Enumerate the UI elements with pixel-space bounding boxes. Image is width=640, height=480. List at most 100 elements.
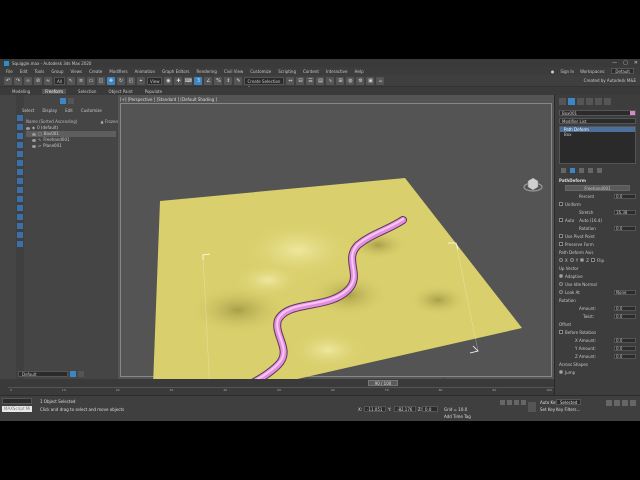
set-key-mode-icon[interactable] [528,402,536,412]
shapes-filter-icon[interactable] [17,151,23,157]
bones-filter-icon[interactable] [17,214,23,220]
percent-snap-icon[interactable]: % [214,76,223,85]
modify-tab-icon[interactable] [568,98,575,105]
use-pivot-checkbox[interactable] [559,234,563,238]
edit-named-selection-icon[interactable]: ✎ [234,76,243,85]
select-rotate-icon[interactable]: ↻ [116,76,125,85]
mirror-icon[interactable]: ⇔ [286,76,295,85]
preserve-form-checkbox[interactable] [559,242,563,246]
select-move-icon[interactable]: ✥ [106,76,115,85]
flip-checkbox[interactable] [590,258,595,262]
menu-content[interactable]: Content [303,69,319,74]
stack-item-box[interactable]: Box [560,132,635,137]
visibility-eye-icon[interactable] [26,126,30,130]
groups-filter-icon[interactable] [17,196,23,202]
timeline-ticks[interactable]: 0 10 20 30 40 50 60 70 80 90 100 [8,387,554,395]
placement-icon[interactable]: ⌖ [136,76,145,85]
workspace-dropdown[interactable]: Default [611,68,634,74]
y-amount-spinner[interactable]: 0.0 [614,345,636,351]
maxscript-listener[interactable] [2,398,32,404]
zoom-all-icon[interactable] [614,400,620,406]
geometry-filter-icon[interactable] [17,142,23,148]
helpers-filter-icon[interactable] [17,178,23,184]
hidden-filter-icon[interactable] [17,241,23,247]
utilities-tab-icon[interactable] [604,98,611,105]
zoom-icon[interactable] [606,400,612,406]
bind-spacewarp-icon[interactable]: ≈ [44,76,52,85]
align-icon[interactable]: ⊟ [296,76,305,85]
curve-editor-icon[interactable]: ∿ [326,76,335,85]
display-all-icon[interactable] [17,124,23,130]
maximize-button[interactable]: ▢ [623,60,628,66]
modifier-list-dropdown[interactable]: Modifier List [559,118,636,124]
idle-normal-radio[interactable] [559,282,563,286]
render-production-icon[interactable]: ☕ [376,76,385,85]
explorer-filter-icon[interactable] [60,98,66,104]
key-selection-dropdown[interactable]: Selected [556,399,582,405]
explorer-menu-select[interactable]: Select [22,108,34,113]
visibility-eye-icon[interactable] [32,138,36,142]
menu-customize[interactable]: Customize [250,69,271,74]
unlink-icon[interactable]: ⊘ [34,76,42,85]
close-button[interactable]: ✕ [634,60,638,66]
x-coordinate-field[interactable]: -11.051 [364,406,386,412]
make-unique-icon[interactable] [579,168,584,173]
select-by-name-icon[interactable]: ≡ [76,76,85,85]
selection-filter-dropdown[interactable]: All [54,76,65,85]
object-color-swatch[interactable] [630,111,635,115]
layer-manager-icon[interactable] [78,371,84,377]
toggle-ribbon-icon[interactable]: ▤ [316,76,325,85]
select-manipulate-icon[interactable]: ✚ [174,76,183,85]
motion-tab-icon[interactable] [586,98,593,105]
schematic-view-icon[interactable]: ⊞ [336,76,345,85]
before-rotation-checkbox[interactable] [559,330,563,334]
previous-frame-icon[interactable] [507,400,512,405]
axis-x-radio[interactable] [559,258,563,262]
add-time-tag-button[interactable]: Add Time Tag [444,414,471,419]
go-to-start-icon[interactable] [500,400,505,405]
play-icon[interactable] [514,400,519,405]
undo-icon[interactable]: ↶ [4,76,12,85]
perspective-viewport[interactable]: [+] [Perspective ] [Standard ] [Default … [118,95,554,379]
reference-coord-dropdown[interactable]: View [146,76,163,85]
set-key-button[interactable]: Set Key [540,407,555,412]
invert-display-icon[interactable] [17,133,23,139]
lights-filter-icon[interactable] [17,160,23,166]
stretch-spinner[interactable]: 16.38 [614,209,636,215]
jump-radio[interactable] [559,370,563,374]
hierarchy-tab-icon[interactable] [577,98,584,105]
explorer-menu-display[interactable]: Display [42,108,57,113]
menu-file[interactable]: File [6,69,13,74]
cameras-filter-icon[interactable] [17,169,23,175]
rect-selection-icon[interactable]: ▭ [86,76,95,85]
key-filters-button[interactable]: Key Filters... [556,407,580,412]
tab-populate[interactable]: Populate [145,89,162,94]
remove-modifier-icon[interactable] [588,168,593,173]
layer-explorer-icon[interactable]: ☰ [306,76,315,85]
current-layer-dropdown[interactable]: Default [18,371,68,377]
sign-in-button[interactable]: Sign In [560,69,574,74]
maxscript-mini-listener[interactable]: MAXScript Mi [2,406,32,412]
visibility-eye-icon[interactable] [32,132,36,136]
amount-spinner[interactable]: 0.0 [614,305,636,311]
look-at-radio[interactable] [559,290,563,294]
pan-icon[interactable] [622,400,628,406]
menu-civil-view[interactable]: Civil View [224,69,243,74]
rotation-spinner[interactable]: 0.0 [614,225,636,231]
explorer-close-icon[interactable] [68,98,74,104]
tab-modeling[interactable]: Modeling [12,89,30,94]
redo-icon[interactable]: ↷ [14,76,22,85]
orbit-icon[interactable] [630,400,636,406]
link-icon[interactable]: ∞ [24,76,32,85]
rollout-title[interactable]: PathDeform [559,178,636,183]
object-name-field[interactable]: Box001 [559,110,636,116]
next-frame-icon[interactable] [521,400,526,405]
menu-views[interactable]: Views [71,69,83,74]
material-editor-icon[interactable]: ◍ [346,76,355,85]
create-tab-icon[interactable] [559,98,566,105]
display-none-icon[interactable] [17,115,23,121]
x-amount-spinner[interactable]: 0.0 [614,337,636,343]
time-slider[interactable]: 90 / 100 [368,380,398,386]
tab-selection[interactable]: Selection [78,89,96,94]
select-scale-icon[interactable]: ◰ [126,76,135,85]
